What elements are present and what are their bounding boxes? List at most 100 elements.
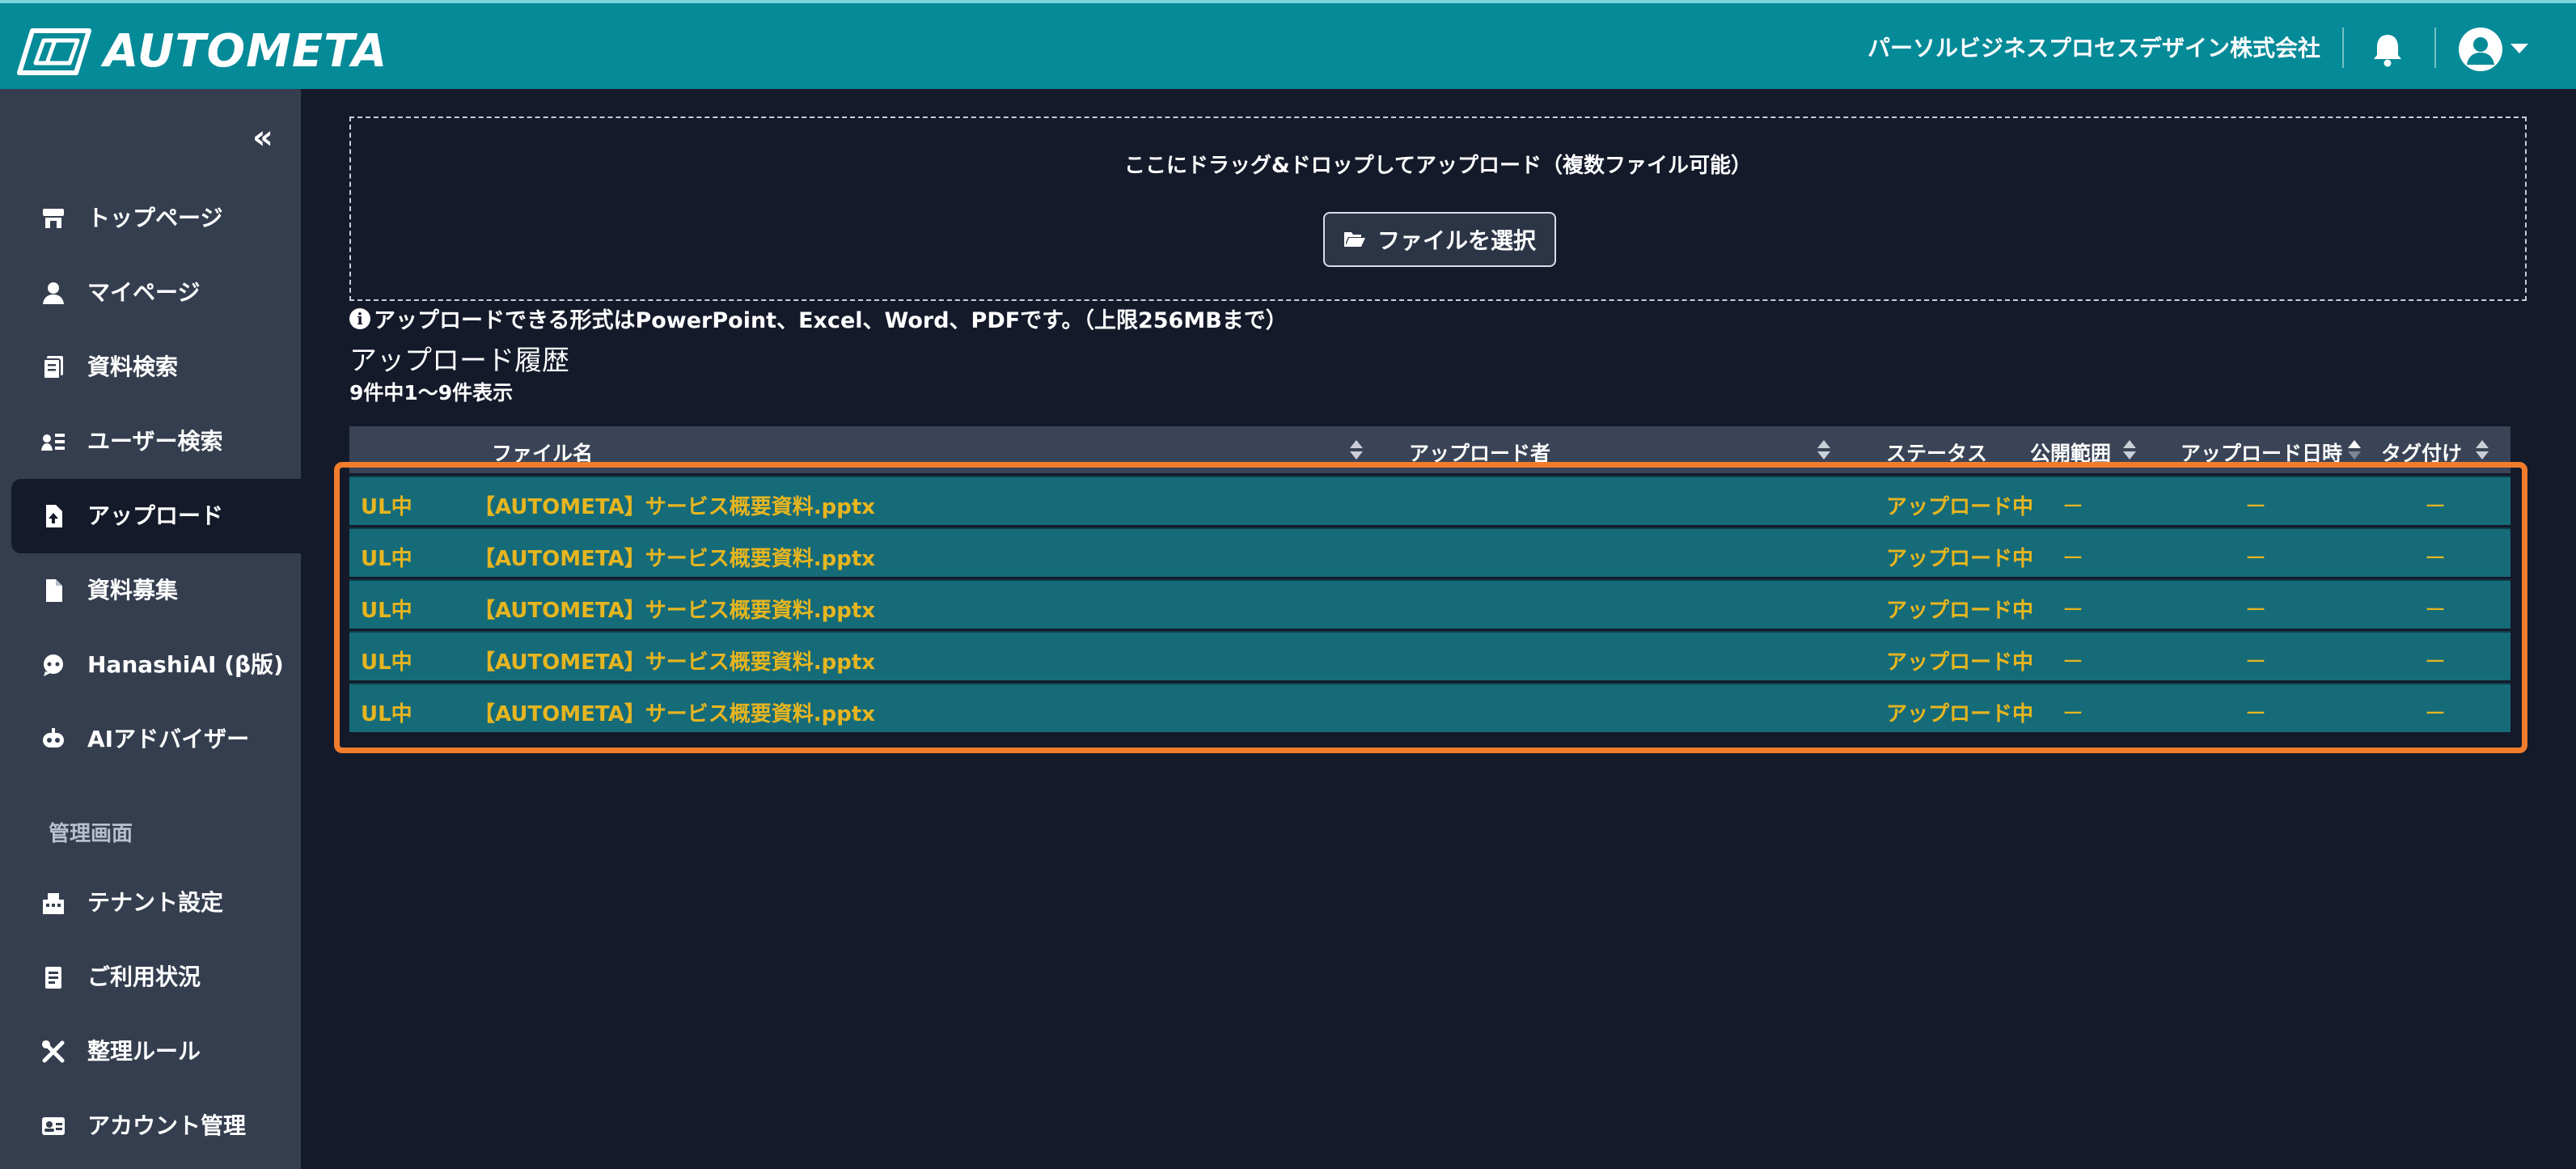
header-divider [2434,28,2436,68]
upload-format-note: i アップロードできる形式はPowerPoint、Excel、Word、PDFで… [349,303,1288,334]
sidebar-item-organize-rules[interactable]: 整理ルール [11,1014,301,1089]
scope-cell: ー [2062,547,2084,571]
logo-mark-icon [17,28,91,75]
collapse-sidebar-icon[interactable]: « [252,121,273,154]
chevron-down-icon[interactable] [2510,44,2528,53]
sidebar-item-label: 資料検索 [87,354,179,380]
filename-cell[interactable]: 【AUTOMETA】サービス概要資料.pptx [474,490,875,520]
sidebar-item-my-page[interactable]: マイページ [11,256,301,330]
id-card-icon [36,1108,71,1144]
status-badge: UL中 [361,599,412,623]
scope-cell: ー [2062,599,2084,623]
sidebar-item-label: ご利用状況 [87,964,201,990]
select-file-button[interactable]: ファイルを選択 [1323,212,1556,267]
sidebar-item-label: 整理ルール [87,1038,201,1065]
table-header: ファイル名 アップロード者 ステータス 公開範囲 アップロード日時 タグ付け [349,426,2510,473]
status-cell: アップロード中 [1886,650,2034,675]
sidebar-item-label: ユーザー検索 [87,428,223,455]
admin-section-title: 管理画面 [49,822,133,846]
status-badge: UL中 [361,650,412,675]
scope-cell: ー [2062,702,2084,726]
datetime-cell: ー [2245,547,2267,571]
sort-icon[interactable] [2122,439,2137,460]
status-badge: UL中 [361,495,412,519]
status-cell: アップロード中 [1886,702,2034,726]
tag-cell: ー [2425,702,2447,726]
sidebar-item-label: マイページ [87,279,201,306]
upload-history-table: UL中 【AUTOMETA】サービス概要資料.pptx アップロード中 ー ー … [349,476,2510,735]
dropzone-text: ここにドラッグ&ドロップしてアップロード（複数ファイル可能） [1124,154,1752,178]
sidebar-item-usage-status[interactable]: ご利用状況 [11,940,301,1014]
datetime-cell: ー [2245,599,2267,623]
sidebar-item-label: テナント設定 [87,889,224,916]
tag-cell: ー [2425,547,2447,571]
datetime-cell: ー [2245,702,2267,726]
tag-cell: ー [2425,599,2447,623]
store-icon [36,201,71,236]
sort-icon[interactable] [1349,439,1364,460]
history-title: アップロード履歴 [349,345,569,377]
table-row[interactable]: UL中 【AUTOMETA】サービス概要資料.pptx アップロード中 ー ー … [349,631,2510,680]
column-header-tag[interactable]: タグ付け [2381,438,2462,470]
table-row[interactable]: UL中 【AUTOMETA】サービス概要資料.pptx アップロード中 ー ー … [349,476,2510,525]
sidebar-item-hanashi-ai[interactable]: HanashiAI (β版) [11,628,301,702]
sort-icon[interactable] [1817,439,1831,460]
column-header-status: ステータス [1886,442,1988,465]
sidebar-item-ai-advisor[interactable]: AIアドバイザー [11,702,301,777]
sidebar-item-document-search[interactable]: 資料検索 [11,330,301,404]
folder-open-icon [1343,232,1365,247]
column-header-filename[interactable]: ファイル名 [492,438,593,470]
header-divider [2342,28,2344,68]
filename-cell[interactable]: 【AUTOMETA】サービス概要資料.pptx [474,697,875,727]
filename-cell[interactable]: 【AUTOMETA】サービス概要資料.pptx [474,594,875,624]
user-list-icon [36,424,71,460]
upload-dropzone[interactable]: ここにドラッグ&ドロップしてアップロード（複数ファイル可能） ファイルを選択 [349,116,2527,301]
clipboard-icon [36,959,71,995]
status-cell: アップロード中 [1886,495,2034,519]
status-cell: アップロード中 [1886,547,2034,571]
file-icon [36,573,71,608]
sidebar-item-label: AIアドバイザー [87,726,250,752]
table-row[interactable]: UL中 【AUTOMETA】サービス概要資料.pptx アップロード中 ー ー … [349,683,2510,732]
sort-icon[interactable] [2475,439,2489,460]
sidebar-item-label: トップページ [87,205,223,231]
column-header-scope[interactable]: 公開範囲 [2030,438,2111,470]
document-search-icon [36,349,71,385]
sidebar-item-user-search[interactable]: ユーザー検索 [11,404,301,479]
sidebar: « トップページ マイページ 資料検索 ユーザー検索 アップロード 資料募集 H… [0,89,301,1169]
app-header: AUTOMETA パーソルビジネスプロセスデザイン株式会社 [0,0,2576,89]
chat-bot-icon [36,647,71,683]
filename-cell[interactable]: 【AUTOMETA】サービス概要資料.pptx [474,646,875,676]
sidebar-item-account-management[interactable]: アカウント管理 [11,1089,301,1163]
robot-icon [36,722,71,757]
sidebar-item-top-page[interactable]: トップページ [11,181,301,256]
info-icon: i [349,307,370,329]
sidebar-item-label: 資料募集 [87,577,179,604]
tag-cell: ー [2425,650,2447,675]
sort-desc-icon[interactable] [2347,439,2362,460]
upload-note-text: アップロードできる形式はPowerPoint、Excel、Word、PDFです。… [374,308,1288,333]
status-badge: UL中 [361,702,412,726]
table-row[interactable]: UL中 【AUTOMETA】サービス概要資料.pptx アップロード中 ー ー … [349,527,2510,577]
table-row[interactable]: UL中 【AUTOMETA】サービス概要資料.pptx アップロード中 ー ー … [349,579,2510,629]
filename-cell[interactable]: 【AUTOMETA】サービス概要資料.pptx [474,542,875,572]
sidebar-item-upload[interactable]: アップロード [11,479,301,553]
logo[interactable]: AUTOMETA [15,26,387,78]
datetime-cell: ー [2245,495,2267,519]
app-name: AUTOMETA [104,25,388,78]
sidebar-item-label: HanashiAI (β版) [87,651,284,678]
building-icon [36,885,71,921]
company-name: パーソルビジネスプロセスデザイン株式会社 [1867,35,2320,61]
sidebar-item-label: アカウント管理 [87,1112,247,1139]
history-count: 9件中1～9件表示 [349,381,514,404]
user-avatar-icon[interactable] [2459,28,2502,71]
sidebar-item-document-request[interactable]: 資料募集 [11,553,301,628]
datetime-cell: ー [2245,650,2267,675]
column-header-datetime[interactable]: アップロード日時 [2181,438,2342,470]
tools-icon [36,1034,71,1069]
column-header-uploader[interactable]: アップロード者 [1409,438,1550,470]
bell-icon[interactable] [2368,30,2407,69]
sidebar-item-tenant-settings[interactable]: テナント設定 [11,866,301,940]
status-badge: UL中 [361,547,412,571]
select-file-button-label: ファイルを選択 [1377,227,1536,254]
